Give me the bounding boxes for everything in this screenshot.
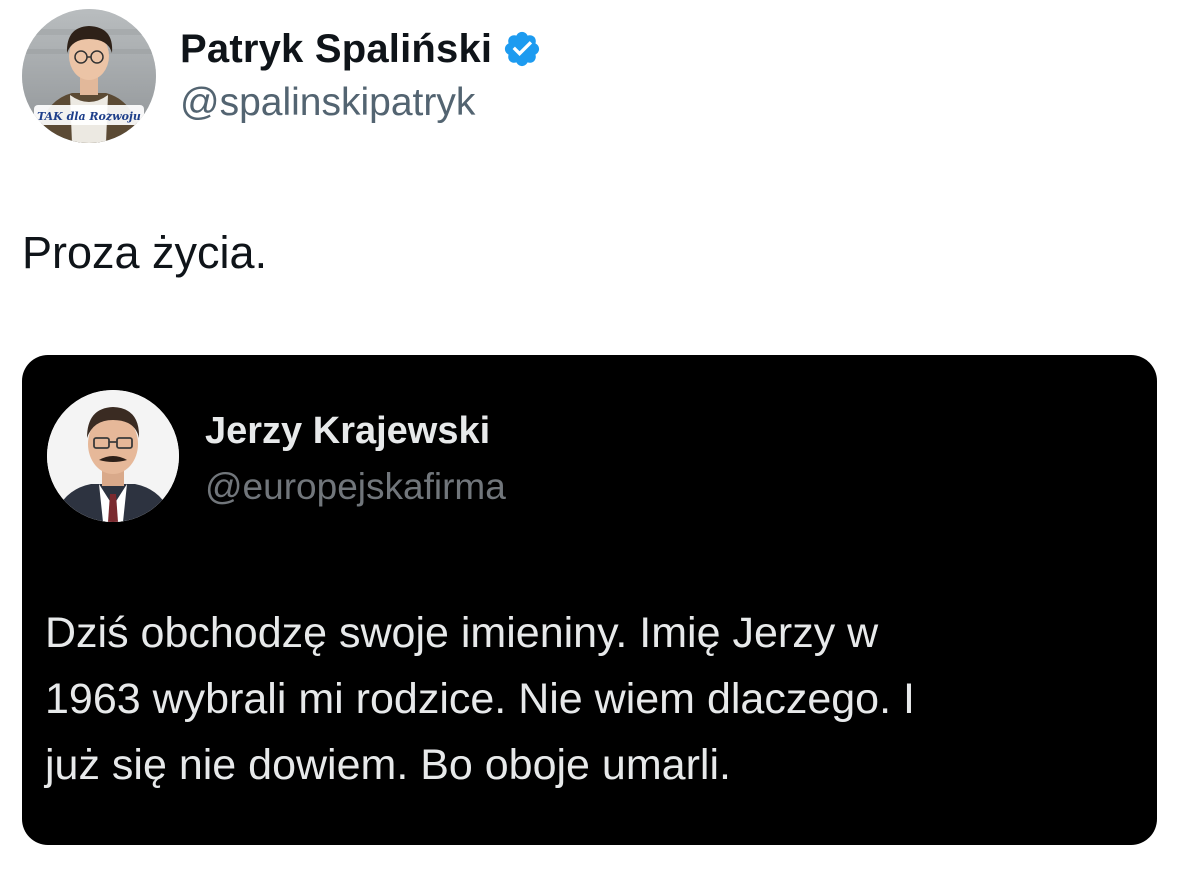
quoted-author-name: Jerzy Krajewski: [205, 410, 491, 452]
quoted-text-line: 1963 wybrali mi rodzice. Nie wiem dlacze…: [45, 675, 915, 723]
tweet-text: Proza życia.: [22, 227, 268, 278]
author-handle[interactable]: @spalinskipatryk: [180, 81, 475, 125]
author-name[interactable]: Patryk Spaliński: [180, 29, 492, 69]
avatar-caption-text: TAK dla Rozwoju: [37, 110, 141, 123]
quoted-text-line: Dziś obchodzę swoje imieniny. Imię Jerzy…: [45, 609, 879, 657]
author-avatar[interactable]: TAK dla Rozwoju: [22, 9, 156, 143]
quoted-tweet-text: Dziś obchodzę swoje imieniny. Imię Jerzy…: [45, 600, 1105, 798]
quoted-tweet-image[interactable]: Jerzy Krajewski @europejskafirma Dziś ob…: [22, 355, 1157, 845]
author-avatar-image: TAK dla Rozwoju: [22, 9, 156, 143]
quoted-text-line: już się nie dowiem. Bo oboje umarli.: [45, 741, 731, 789]
quoted-author-handle: @europejskafirma: [205, 466, 506, 507]
quoted-avatar-image: [47, 390, 179, 522]
quoted-author-avatar: [47, 390, 179, 522]
verified-badge-icon: [502, 29, 542, 69]
author-name-row: Patryk Spaliński: [180, 24, 542, 74]
